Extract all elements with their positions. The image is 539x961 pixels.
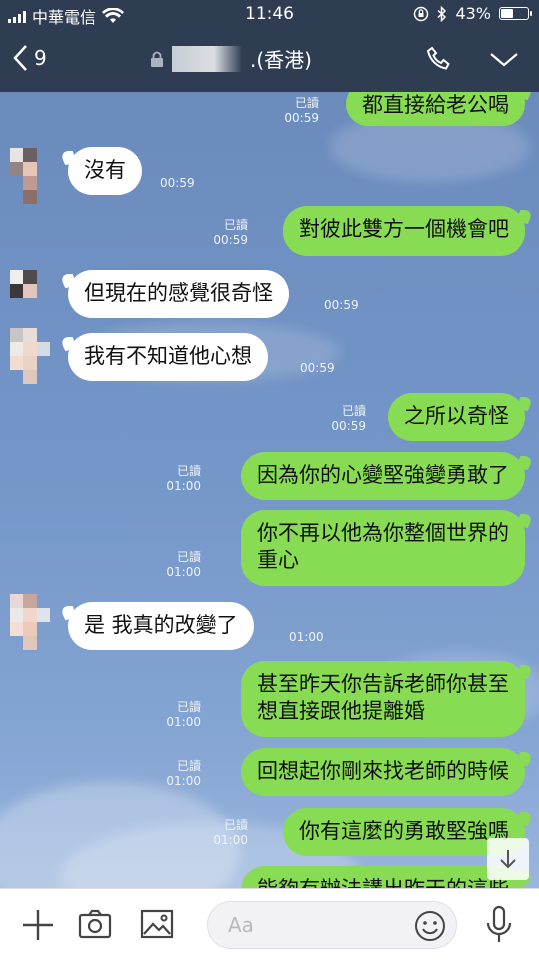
- message-bubble-sent[interactable]: 對彼此雙方一個機會吧: [283, 206, 525, 256]
- message-time: 01:00: [166, 565, 201, 579]
- avatar[interactable]: [10, 328, 50, 384]
- back-chevron-icon: [13, 45, 27, 71]
- message-time: 00:59: [331, 419, 366, 433]
- message-time: 00:59: [160, 176, 195, 190]
- avatar[interactable]: [10, 594, 50, 650]
- message-time: 00:59: [284, 111, 319, 125]
- status-bar: 中華電信 11:46 43%: [0, 0, 539, 30]
- message-bubble-received[interactable]: 我有不知道他心想: [68, 333, 268, 381]
- status-right: 43%: [413, 4, 532, 23]
- message-toolbar: Aa: [0, 888, 539, 961]
- orientation-lock-icon: [414, 6, 429, 21]
- message-meta: 已讀 01:00: [166, 700, 201, 730]
- message-time: 01:00: [166, 479, 201, 493]
- chat-area[interactable]: 已讀 00:59 都直接給老公喝 沒有 00:59 已讀 00:59 對彼此雙方…: [0, 92, 539, 888]
- chat-header: 9 .(香港): [0, 30, 539, 92]
- avatar[interactable]: [10, 270, 50, 326]
- scroll-to-bottom-button[interactable]: [487, 838, 529, 880]
- message-time: 00:59: [300, 361, 335, 375]
- message-bubble-received[interactable]: 沒有: [68, 147, 142, 195]
- message-meta: 已讀 00:59: [284, 96, 319, 126]
- message-input-placeholder: Aa: [228, 913, 254, 937]
- read-receipt: 已讀: [176, 700, 201, 714]
- message-meta: 已讀 00:59: [213, 218, 248, 248]
- message-meta: 已讀 00:59: [331, 404, 366, 434]
- back-button[interactable]: 9: [12, 44, 47, 72]
- message-line: 你不再以他為你整個世界的: [257, 521, 509, 545]
- message-time: 00:59: [324, 298, 359, 312]
- contact-name-suffix: .(香港): [250, 48, 312, 72]
- message-meta: 已讀 01:00: [213, 818, 248, 848]
- message-line: 重心: [257, 548, 299, 572]
- message-meta: 已讀 01:00: [166, 759, 201, 789]
- message-bubble-received[interactable]: 是 我真的改變了: [68, 602, 254, 650]
- read-receipt: 已讀: [176, 759, 201, 773]
- read-receipt: 已讀: [294, 96, 319, 110]
- message-line: 想直接跟他提離婚: [257, 699, 425, 723]
- read-receipt: 已讀: [176, 464, 201, 478]
- message-time: 00:59: [213, 233, 248, 247]
- read-receipt: 已讀: [341, 404, 366, 418]
- message-time: 01:00: [166, 715, 201, 729]
- chevron-down-icon[interactable]: [489, 45, 519, 73]
- message-bubble-sent[interactable]: 回想起你剛來找老師的時候: [241, 748, 525, 796]
- message-bubble-sent[interactable]: 之所以奇怪: [388, 393, 525, 441]
- arrow-down-icon: [500, 850, 516, 869]
- read-receipt: 已讀: [176, 550, 201, 564]
- image-icon[interactable]: [140, 907, 174, 941]
- contact-name-redacted: [172, 45, 242, 72]
- battery-icon: [499, 7, 532, 20]
- message-meta: 已讀 01:00: [166, 550, 201, 580]
- message-bubble-sent[interactable]: 都直接給老公喝: [346, 92, 525, 126]
- bluetooth-icon: [437, 5, 447, 22]
- message-line: 甚至昨天你告訴老師你甚至: [257, 672, 509, 696]
- lock-icon: [151, 51, 163, 67]
- message-input[interactable]: Aa: [207, 901, 457, 949]
- read-receipt: 已讀: [223, 218, 248, 232]
- message-bubble-sent[interactable]: 能夠有辦法講出昨天的這些: [241, 866, 525, 888]
- camera-icon[interactable]: [78, 907, 112, 941]
- avatar[interactable]: [10, 148, 50, 204]
- phone-icon[interactable]: [425, 45, 453, 73]
- message-time: 01:00: [166, 774, 201, 788]
- chat-title[interactable]: .(香港): [150, 44, 312, 73]
- battery-percent: 43%: [455, 4, 491, 23]
- header-actions: [425, 45, 519, 73]
- message-bubble-sent[interactable]: 甚至昨天你告訴老師你甚至 想直接跟他提離婚: [241, 661, 525, 737]
- unread-count: 9: [34, 46, 47, 70]
- plus-icon[interactable]: [20, 907, 56, 943]
- message-time: 01:00: [289, 630, 324, 644]
- message-bubble-sent[interactable]: 你不再以他為你整個世界的 重心: [241, 510, 525, 586]
- message-time: 01:00: [213, 833, 248, 847]
- message-meta: 已讀 01:00: [166, 464, 201, 494]
- microphone-icon[interactable]: [484, 905, 514, 945]
- read-receipt: 已讀: [223, 818, 248, 832]
- message-bubble-received[interactable]: 但現在的感覺很奇怪: [68, 270, 289, 318]
- message-bubble-sent[interactable]: 因為你的心變堅強變勇敢了: [241, 452, 525, 500]
- emoji-icon[interactable]: [414, 910, 446, 942]
